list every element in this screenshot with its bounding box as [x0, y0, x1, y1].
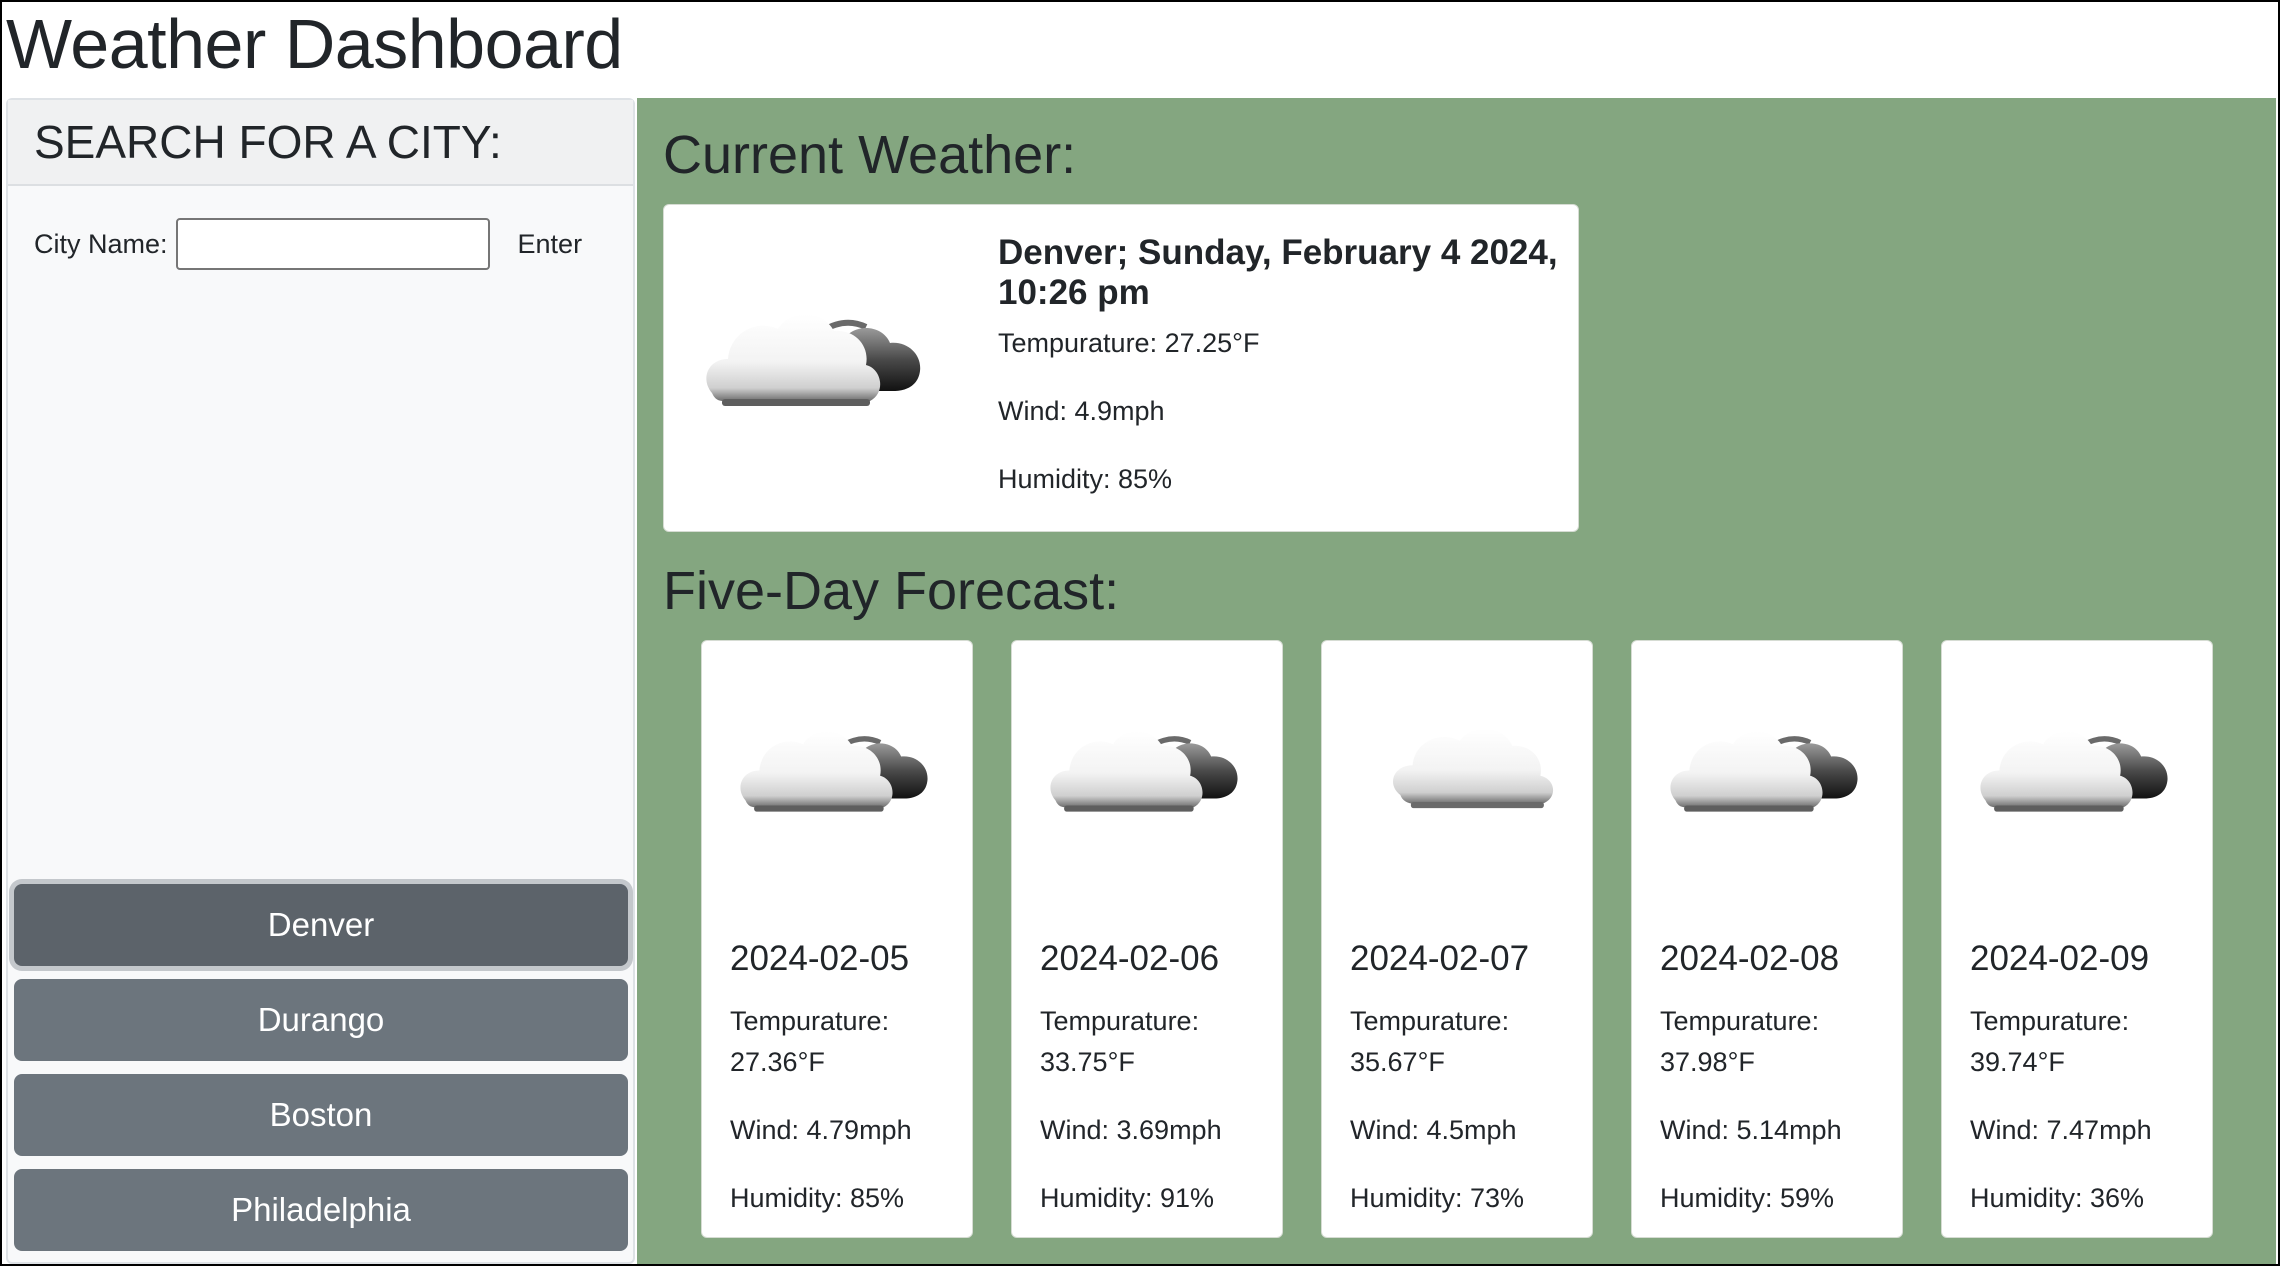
forecast-temperature: Tempurature: 39.74°F [1970, 1006, 2130, 1077]
forecast-humidity: Humidity: 91% [1040, 1183, 1215, 1213]
page-title: Weather Dashboard [6, 5, 623, 83]
forecast-temperature: Tempurature: 33.75°F [1040, 1006, 1200, 1077]
forecast-date: 2024-02-08 [1660, 939, 1840, 978]
forecast-card: 2024-02-08 Tempurature: 37.98°F Wind: 5.… [1631, 640, 1903, 1238]
history-button-boston[interactable]: Boston [14, 1074, 628, 1156]
forecast-humidity: Humidity: 85% [730, 1183, 905, 1213]
sidebar: SEARCH FOR A CITY: City Name: Enter Denv… [6, 98, 635, 1264]
forecast-date: 2024-02-09 [1970, 939, 2150, 978]
forecast-wind: Wind: 5.14mph [1660, 1115, 1842, 1145]
current-wind: Wind: 4.9mph [998, 396, 1165, 426]
forecast-wind: Wind: 7.47mph [1970, 1115, 2152, 1145]
forecast-card: 2024-02-07 Tempurature: 35.67°F Wind: 4.… [1321, 640, 1593, 1238]
enter-button[interactable]: Enter [518, 229, 583, 260]
weather-main: Current Weather: Denver; Sunday, Februar… [637, 98, 2276, 1264]
broken-clouds-icon [1980, 731, 2168, 812]
search-heading: SEARCH FOR A CITY: [34, 116, 502, 168]
city-search-input[interactable] [175, 218, 490, 270]
forecast-temperature: Tempurature: 27.36°F [730, 1006, 890, 1077]
forecast-date: 2024-02-05 [730, 939, 910, 978]
city-name-label: City Name: [34, 228, 168, 259]
current-humidity: Humidity: 85% [998, 464, 1173, 494]
forecast-wind: Wind: 4.79mph [730, 1115, 912, 1145]
forecast-temperature: Tempurature: 37.98°F [1660, 1006, 1820, 1077]
search-history: Denver Durango Boston Philadelphia [14, 884, 628, 1264]
forecast-wind: Wind: 3.69mph [1040, 1115, 1222, 1145]
broken-clouds-icon [1670, 731, 1858, 812]
broken-clouds-icon [1050, 731, 1238, 812]
forecast-heading: Five-Day Forecast: [663, 561, 1120, 621]
current-temperature: Tempurature: 27.25°F [998, 328, 1260, 358]
history-button-durango[interactable]: Durango [14, 979, 628, 1061]
forecast-date: 2024-02-07 [1350, 939, 1530, 978]
sidebar-header: SEARCH FOR A CITY: [8, 100, 633, 186]
cloud-icon [1393, 728, 1554, 809]
forecast-date: 2024-02-06 [1040, 939, 1220, 978]
history-button-denver[interactable]: Denver [14, 884, 628, 966]
current-weather-card: Denver; Sunday, February 4 2024, 10:26 p… [663, 204, 1579, 532]
forecast-wind: Wind: 4.5mph [1350, 1115, 1517, 1145]
history-button-philadelphia[interactable]: Philadelphia [14, 1169, 628, 1251]
forecast-humidity: Humidity: 36% [1970, 1183, 2145, 1213]
forecast-card: 2024-02-06 Tempurature: 33.75°F Wind: 3.… [1011, 640, 1283, 1238]
broken-clouds-icon [740, 731, 928, 812]
forecast-humidity: Humidity: 73% [1350, 1183, 1525, 1213]
forecast-card: 2024-02-09 Tempurature: 39.74°F Wind: 7.… [1941, 640, 2213, 1238]
partly-cloudy-night-icon [706, 314, 921, 406]
current-city-datetime: Denver; Sunday, February 4 2024, 10:26 p… [998, 233, 1558, 312]
forecast-card: 2024-02-05 Tempurature: 27.36°F Wind: 4.… [701, 640, 973, 1238]
forecast-humidity: Humidity: 59% [1660, 1183, 1835, 1213]
search-form: City Name: Enter [34, 218, 582, 270]
current-weather-heading: Current Weather: [663, 125, 1077, 185]
forecast-temperature: Tempurature: 35.67°F [1350, 1006, 1510, 1077]
